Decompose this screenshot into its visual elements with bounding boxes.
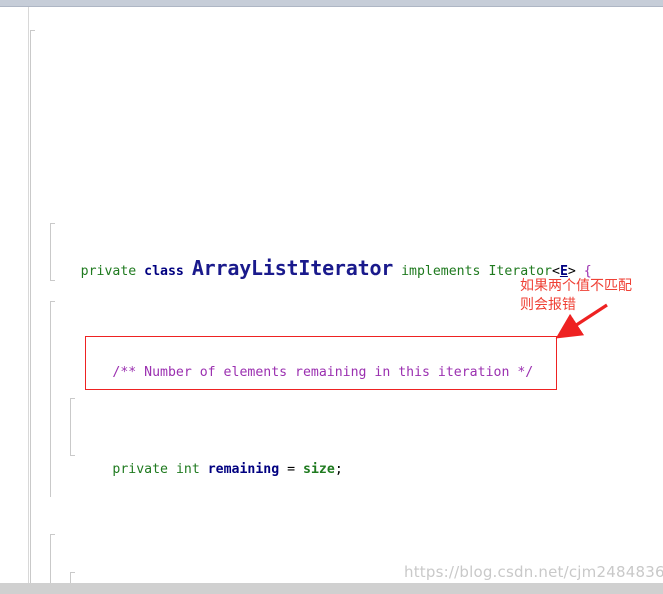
csdn-watermark: https://blog.csdn.net/cjm2484836553 <box>404 563 663 581</box>
token-class-keyword: class <box>144 264 184 280</box>
code-line-4-blank <box>0 518 663 537</box>
fold-guide-class <box>30 30 35 588</box>
token-class-name: ArrayListIterator <box>191 256 394 281</box>
token-semicolon: ; <box>334 461 343 477</box>
value-size: size <box>303 461 335 477</box>
token-private: private <box>80 264 137 280</box>
token-private: private <box>112 461 168 477</box>
fold-guide-remove <box>50 534 55 590</box>
code-line-3: private int remaining = size; <box>0 441 663 477</box>
window-bottom-bar <box>0 583 663 594</box>
field-remaining: remaining <box>207 461 280 477</box>
chinese-annotation-note: 如果两个值不匹配 则会报错 <box>520 278 632 313</box>
token-equals: = <box>287 461 296 477</box>
code-line-1: private class ArrayListIterator implemen… <box>80 256 592 281</box>
javadoc-remaining: /** Number of elements remaining in this… <box>112 364 534 380</box>
code-line-2: /** Number of elements remaining in this… <box>0 344 663 380</box>
screenshot-root: private class ArrayListIterator implemen… <box>0 0 663 594</box>
token-int: int <box>175 461 200 477</box>
window-top-bar <box>0 0 663 7</box>
token-implements: implements <box>401 264 481 280</box>
